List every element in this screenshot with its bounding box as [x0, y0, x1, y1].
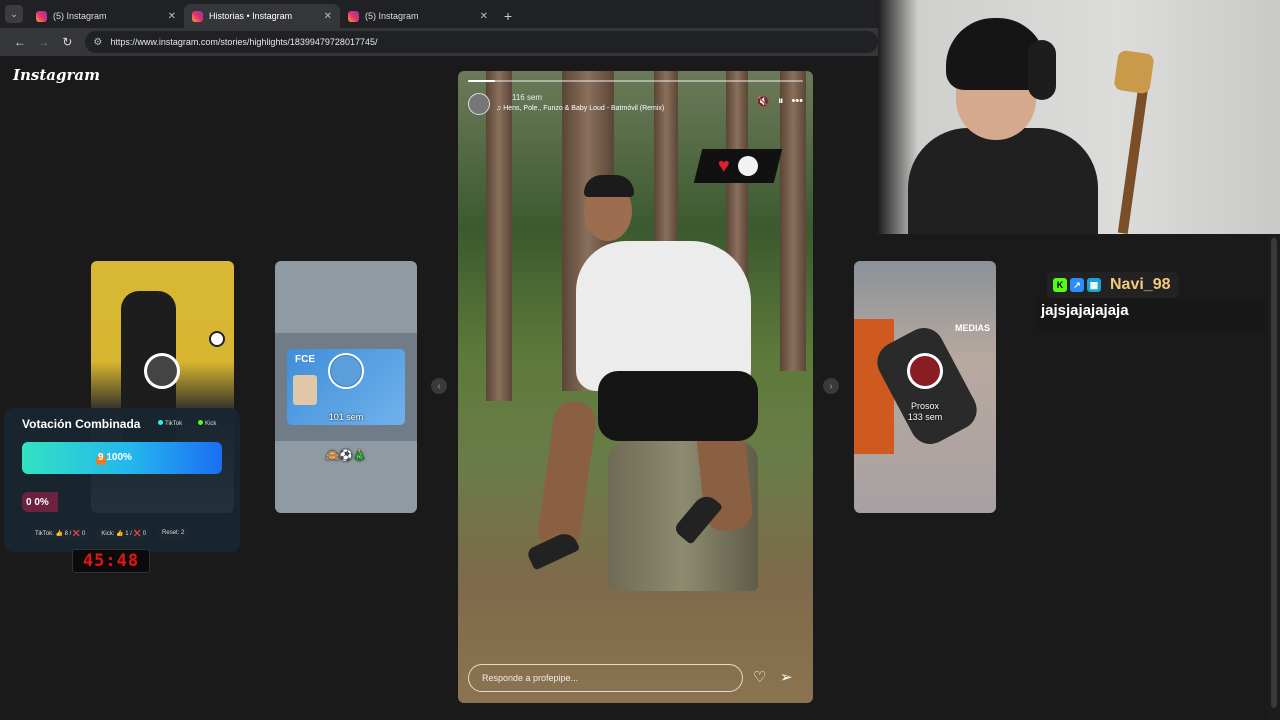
- tab-instagram-3[interactable]: (5) Instagram ✕: [340, 4, 496, 28]
- avatar[interactable]: [468, 93, 490, 115]
- instagram-favicon-icon: [192, 10, 203, 22]
- story-progress-bar: [468, 80, 803, 82]
- arrow-right-icon: →: [37, 35, 50, 49]
- arrow-left-icon: ←: [13, 35, 26, 49]
- tab-title: (5) Instagram: [365, 11, 419, 21]
- browser-toolbar: ← → ↻ ⚙ https://www.instagram.com/storie…: [0, 28, 879, 56]
- id-photo: [293, 375, 317, 405]
- story-viewer[interactable]: 116 sem ♫ Hens, Pole., Funzo & Baby Loud…: [458, 71, 813, 703]
- story-music-label[interactable]: ♫ Hens, Pole., Funzo & Baby Loud - Batmó…: [496, 105, 664, 112]
- chat-message: jajsjajajajaja: [1034, 298, 1274, 332]
- reload-button[interactable]: ↻: [56, 30, 80, 54]
- countdown-timer: 45:48: [72, 549, 150, 573]
- back-button[interactable]: ←: [8, 30, 32, 54]
- avatar: [907, 353, 943, 389]
- tab-historias[interactable]: Historias • Instagram ✕: [184, 4, 340, 28]
- new-tab-button[interactable]: +: [496, 4, 520, 28]
- white-circle-icon: [737, 156, 758, 176]
- instagram-logo[interactable]: Instagram: [13, 66, 100, 84]
- browser-tab-bar: ⌄ (5) Instagram ✕ Historias • Instagram …: [0, 0, 878, 28]
- badge-icon: ↗: [1070, 278, 1084, 292]
- kick-count: Kick: 👍 1 / ❌ 0: [96, 528, 152, 539]
- more-options-icon[interactable]: •••: [791, 95, 803, 108]
- vote-title: Votación Combinada: [22, 417, 141, 431]
- story-preview-card-2[interactable]: FCE 101 sem 🙈⚽🎄: [275, 261, 417, 513]
- tab-search-button[interactable]: ⌄: [0, 0, 28, 28]
- tab-title: Historias • Instagram: [209, 11, 293, 21]
- kick-label: Kick: [198, 420, 216, 427]
- instagram-favicon-icon: [348, 10, 359, 22]
- story-time: 101 sem: [328, 412, 364, 422]
- prev-story-button[interactable]: ‹: [431, 378, 447, 394]
- like-heart-icon[interactable]: ♡: [753, 668, 766, 686]
- story-emojis: 🙈⚽🎄: [325, 450, 367, 462]
- story-header: 116 sem ♫ Hens, Pole., Funzo & Baby Loud…: [468, 89, 803, 119]
- story-username: Prosox: [910, 401, 939, 411]
- vote-footer: TikTok: 👍 8 / ❌ 0 Kick: 👍 1 / ❌ 0 Reset:…: [30, 528, 190, 539]
- reply-input[interactable]: Responde a profepipe...: [468, 664, 743, 692]
- pause-icon[interactable]: ⏸: [778, 95, 784, 108]
- avatar: [328, 353, 364, 389]
- tab-instagram-1[interactable]: (5) Instagram ✕: [28, 4, 184, 28]
- vote-widget: Votación Combinada TikTok Kick 9 100% 0 …: [4, 408, 240, 552]
- chat-username: Navi_98: [1110, 276, 1171, 293]
- avatar: [144, 353, 180, 389]
- story-time: 133 sem: [907, 412, 943, 422]
- vote-bar-no-text: 0 0%: [26, 497, 49, 508]
- next-story-button[interactable]: ›: [823, 378, 839, 394]
- heart-icon: ♥: [718, 154, 730, 177]
- chevron-left-icon: ‹: [437, 380, 441, 392]
- chat-username-badge: K ↗ ▦ Navi_98: [1047, 272, 1179, 298]
- chevron-down-icon: ⌄: [5, 5, 23, 23]
- send-icon[interactable]: ➢: [780, 668, 793, 686]
- instagram-favicon-icon: [36, 10, 47, 22]
- address-bar[interactable]: ⚙ https://www.instagram.com/stories/high…: [85, 31, 879, 53]
- url-text: https://www.instagram.com/stories/highli…: [110, 37, 378, 47]
- chevron-right-icon: ›: [829, 380, 833, 392]
- badge-icon: ▦: [1087, 278, 1101, 292]
- vote-bar-yes-text: 9 100%: [98, 452, 132, 463]
- vote-bar-no: 0 0%: [22, 492, 222, 512]
- site-settings-icon[interactable]: ⚙: [93, 37, 102, 48]
- heart-sticker: ♥: [693, 149, 783, 183]
- soccer-ball-icon: [209, 331, 225, 347]
- mute-icon[interactable]: 🔇: [756, 95, 770, 108]
- forward-button[interactable]: →: [32, 30, 56, 54]
- close-icon[interactable]: ✕: [168, 11, 176, 22]
- page-scrollbar[interactable]: [1268, 234, 1280, 720]
- webcam-feed: [878, 0, 1280, 234]
- headphones-icon: [1028, 40, 1056, 100]
- reload-icon: ↻: [62, 35, 73, 49]
- tiktok-label: TikTok: [158, 420, 182, 427]
- close-icon[interactable]: ✕: [324, 11, 332, 22]
- fce-label: FCE: [295, 354, 315, 365]
- guitar: [1113, 49, 1155, 95]
- tab-title: (5) Instagram: [53, 11, 107, 21]
- vote-bar-yes: 9 100%: [22, 442, 222, 474]
- kick-badge-icon: K: [1053, 278, 1067, 292]
- story-preview-card-3[interactable]: MEDIAS Prosox 133 sem: [854, 261, 996, 513]
- story-time: 116 sem: [512, 93, 543, 102]
- reset-count: Reset: 2: [157, 528, 190, 539]
- tiktok-count: TikTok: 👍 8 / ❌ 0: [30, 528, 91, 539]
- medias-label: MEDIAS: [954, 323, 990, 333]
- person: [576, 241, 751, 391]
- close-icon[interactable]: ✕: [480, 11, 488, 22]
